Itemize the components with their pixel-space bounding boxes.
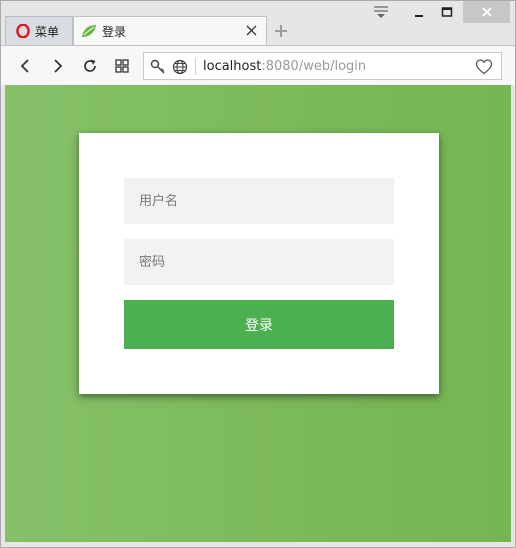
reload-icon (84, 59, 96, 72)
maximize-icon (441, 7, 453, 17)
globe-icon[interactable] (172, 59, 188, 75)
new-tab-button[interactable] (274, 23, 288, 37)
forward-button[interactable] (47, 55, 69, 77)
navigation-toolbar: localhost:8080/web/login (1, 45, 515, 85)
url-text[interactable]: localhost:8080/web/login (203, 59, 366, 74)
minimize-button[interactable] (405, 1, 433, 23)
reload-button[interactable] (79, 55, 101, 77)
close-icon (246, 25, 257, 36)
close-window-icon (481, 7, 492, 17)
close-tab-button[interactable] (245, 24, 258, 37)
tab-login[interactable]: 登录 (73, 16, 267, 45)
speed-dial-icon (115, 59, 129, 73)
back-button[interactable] (14, 55, 36, 77)
spring-leaf-icon (81, 24, 97, 38)
login-button[interactable]: 登录 (124, 300, 394, 349)
title-bar: 菜单 登录 (1, 1, 515, 45)
maximize-button[interactable] (433, 1, 461, 23)
heart-icon (475, 59, 493, 75)
address-divider (195, 58, 196, 75)
browser-window: 菜单 登录 localhost:8080/web/login 用户名 登录 (0, 0, 516, 548)
opera-logo-icon (16, 24, 30, 38)
speed-dial-button[interactable] (111, 55, 133, 77)
key-icon[interactable] (150, 59, 166, 75)
login-form: 登录 (79, 133, 439, 394)
opera-menu-button[interactable]: 菜单 (5, 16, 73, 45)
plus-icon (275, 25, 287, 37)
tab-menu-icon (374, 6, 388, 18)
url-host: localhost (203, 59, 262, 74)
minimize-icon (415, 15, 423, 17)
username-input[interactable] (124, 178, 394, 224)
close-window-button[interactable] (463, 1, 510, 23)
tab-title: 登录 (102, 24, 127, 39)
window-bottom-border (1, 542, 515, 547)
bookmark-button[interactable] (475, 58, 493, 76)
tab-menu-button[interactable] (367, 1, 395, 23)
address-bar[interactable]: localhost:8080/web/login (143, 52, 502, 80)
password-input[interactable] (124, 239, 394, 285)
menu-label: 菜单 (35, 24, 60, 39)
url-path: :8080/web/login (261, 59, 367, 74)
back-arrow-icon (20, 59, 29, 73)
forward-arrow-icon (54, 59, 63, 73)
page-viewport: 登录 (5, 85, 511, 542)
